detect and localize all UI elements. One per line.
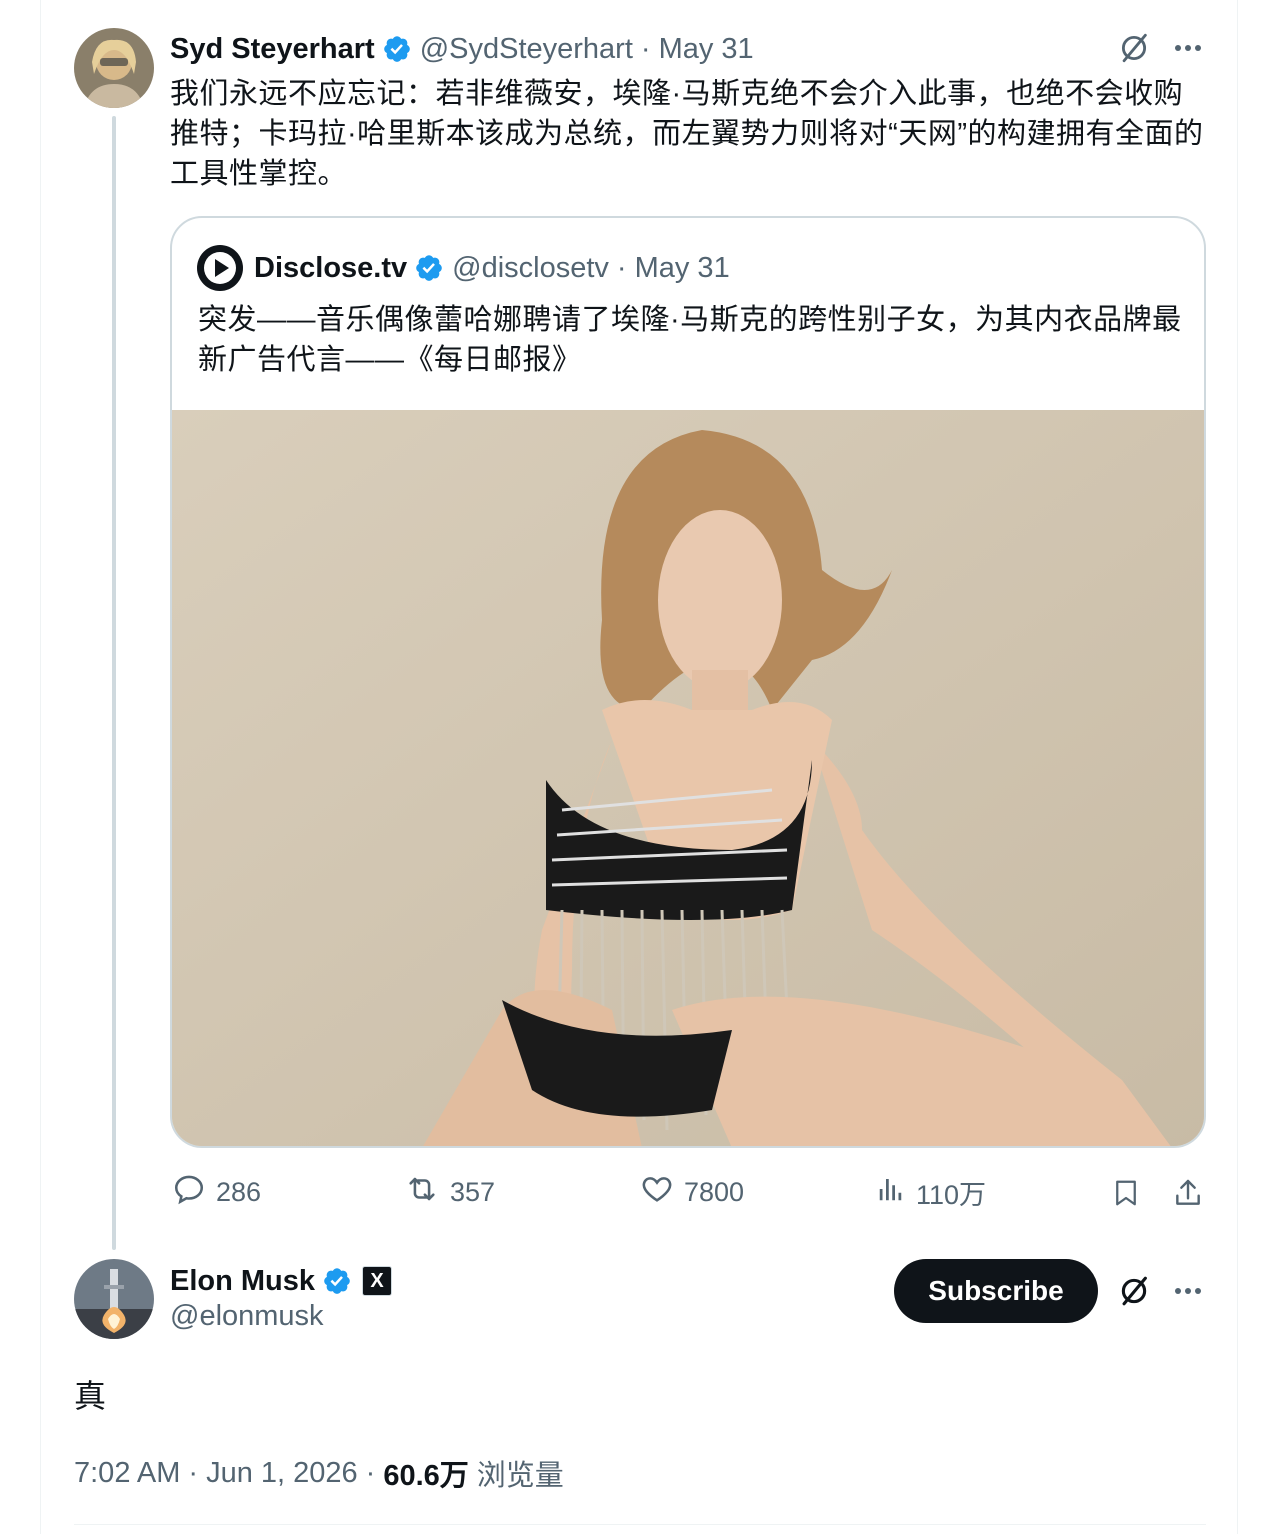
divider <box>74 1524 1206 1525</box>
separator-dot: · <box>616 251 627 284</box>
elon-handle[interactable]: @elonmusk <box>170 1300 324 1333</box>
grok-icon[interactable] <box>1114 28 1154 68</box>
elon-display-name[interactable]: Elon Musk <box>170 1265 315 1298</box>
separator-dot: · <box>640 32 651 65</box>
affiliate-badge-label: X <box>370 1270 384 1292</box>
views-icon <box>876 1172 906 1213</box>
bookmark-icon[interactable] <box>1106 1172 1146 1214</box>
repost-button[interactable]: 357 <box>404 1172 495 1213</box>
x-logo-icon[interactable]: X <box>362 1266 393 1296</box>
tweet-time[interactable]: 7:02 AM <box>74 1457 180 1490</box>
syd-avatar[interactable] <box>74 28 154 108</box>
views-label: 浏览量 <box>476 1460 564 1492</box>
verified-badge-icon <box>322 1266 352 1296</box>
quote-photo[interactable] <box>172 410 1204 1146</box>
like-count: 7800 <box>684 1177 745 1207</box>
like-icon <box>640 1172 674 1213</box>
reply-icon <box>172 1172 206 1213</box>
disclose-logo-icon <box>196 244 244 292</box>
views-count: 110万 <box>916 1180 987 1210</box>
separator-dot: · <box>188 1456 199 1489</box>
subscribe-button[interactable]: Subscribe <box>894 1259 1098 1323</box>
parent-tweet-date[interactable]: May 31 <box>659 33 754 66</box>
syd-display-name[interactable]: Syd Steyerhart <box>170 33 375 66</box>
quote-header: Disclose.tv @disclosetv · May 31 <box>254 248 730 288</box>
quoted-tweet-card[interactable]: Disclose.tv @disclosetv · May 31 突发——音乐偶… <box>170 216 1206 1148</box>
more-icon[interactable] <box>1168 28 1208 68</box>
disclose-display-name: Disclose.tv <box>254 251 408 284</box>
main-tweet-text: 真 <box>74 1378 107 1414</box>
like-button[interactable]: 7800 <box>640 1172 744 1213</box>
grok-icon[interactable] <box>1114 1271 1154 1311</box>
parent-tweet-text: 我们永远不应忘记：若非维薇安，埃隆·马斯克绝不会介入此事，也绝不会收购推特；卡玛… <box>170 78 1204 190</box>
separator-dot: · <box>365 1456 376 1489</box>
share-icon[interactable] <box>1168 1172 1208 1214</box>
main-tweet-header: Elon Musk X <box>170 1262 393 1300</box>
thread-connector <box>112 116 116 1250</box>
quote-date: May 31 <box>634 251 730 284</box>
repost-icon <box>404 1172 440 1213</box>
verified-badge-icon <box>382 34 412 64</box>
reply-button[interactable]: 286 <box>172 1172 261 1213</box>
views-total: 60.6万 <box>383 1460 469 1492</box>
repost-count: 357 <box>450 1177 496 1207</box>
parent-tweet-header: Syd Steyerhart @SydSteyerhart · May 31 <box>170 30 754 68</box>
quote-text: 突发——音乐偶像蕾哈娜聘请了埃隆·马斯克的跨性别子女，为其内衣品牌最新广告代言—… <box>198 304 1182 376</box>
tweet-meta: 7:02 AM · Jun 1, 2026 · 60.6万 浏览量 <box>74 1452 564 1494</box>
verified-badge-icon <box>414 253 444 283</box>
disclose-handle: @disclosetv <box>452 251 609 284</box>
views-button[interactable]: 110万 <box>876 1172 986 1213</box>
elon-avatar[interactable] <box>74 1259 154 1339</box>
tweet-date[interactable]: Jun 1, 2026 <box>206 1457 358 1490</box>
reply-count: 286 <box>216 1177 262 1207</box>
syd-handle[interactable]: @SydSteyerhart <box>420 33 633 66</box>
more-icon[interactable] <box>1168 1271 1208 1311</box>
